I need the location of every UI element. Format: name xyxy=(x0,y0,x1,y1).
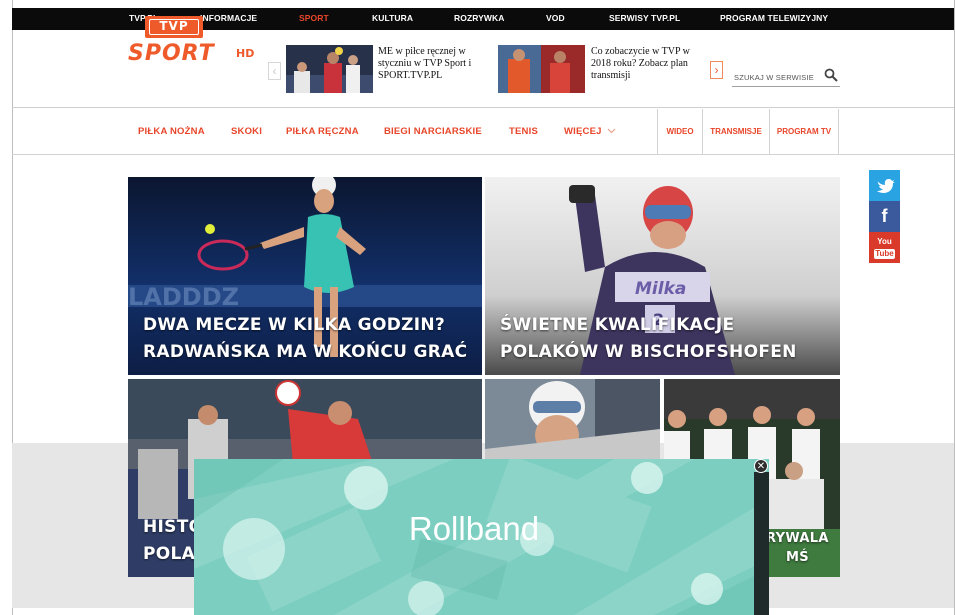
topbar-link-sport[interactable]: SPORT xyxy=(299,13,329,23)
facebook-button[interactable]: f xyxy=(869,201,900,232)
sport-logo-text[interactable]: SPORT xyxy=(128,41,215,66)
headline-line-1: DWA MECZE W KILKA GODZIN? xyxy=(143,315,446,335)
category-tenis[interactable]: TENIS xyxy=(509,126,538,137)
close-icon[interactable]: ✕ xyxy=(754,459,768,473)
article-image-skijumper-small xyxy=(485,379,660,459)
hd-logo-text: HD xyxy=(236,47,255,60)
rollband-advertisement[interactable]: Rollband xyxy=(194,459,769,615)
category-navigation: PIŁKA NOŻNA SKOKI PIŁKA RĘCZNA BIEGI NAR… xyxy=(12,109,954,155)
search-icon[interactable] xyxy=(824,68,838,82)
tvp-logo[interactable]: TVP xyxy=(145,16,203,38)
rollband-label: Rollband xyxy=(408,510,540,547)
promo-thumbnail-handball[interactable] xyxy=(286,45,373,93)
youtube-icon-bottom: Tube xyxy=(874,249,895,259)
promo-thumbnail-2018[interactable] xyxy=(498,45,585,93)
headline-line-2: RADWAŃSKA MA W KOŃCU GRAĆ xyxy=(143,342,468,362)
topbar-link-serwisy[interactable]: SERWISY TVP.PL xyxy=(609,13,680,23)
twitter-button[interactable] xyxy=(869,170,900,201)
topbar-link-rozrywka[interactable]: ROZRYWKA xyxy=(454,13,505,23)
facebook-icon: f xyxy=(881,206,888,226)
youtube-icon-top: You xyxy=(877,237,892,246)
topbar-link-kultura[interactable]: KULTURA xyxy=(372,13,413,23)
article-tile-bischofshofen[interactable]: Milka 2 ŚWIETNE KWALIFIKACJE POLAKÓW W B… xyxy=(485,177,840,375)
headline-line-2: POLAKÓW W BISCHOFSHOFEN xyxy=(500,342,797,362)
twitter-icon xyxy=(877,179,895,193)
category-pilka-nozna[interactable]: PIŁKA NOŻNA xyxy=(138,126,205,137)
promo-next-arrow[interactable]: › xyxy=(710,61,723,79)
headline-line-1: RYWALA xyxy=(766,531,829,546)
promo-prev-arrow[interactable]: ‹ xyxy=(268,62,281,80)
promo-text-handball[interactable]: ME w piłce ręcznej w styczniu w TVP Spor… xyxy=(378,46,496,82)
svg-text:LADDDZ: LADDDZ xyxy=(128,283,239,311)
box-link-program-tv[interactable]: PROGRAM TV xyxy=(769,109,839,155)
svg-text:Milka: Milka xyxy=(635,279,686,299)
headline-line-2: MŚ xyxy=(786,550,809,565)
category-biegi-narciarskie[interactable]: BIEGI NARCIARSKIE xyxy=(384,126,482,137)
topbar-link-vod[interactable]: VOD xyxy=(546,13,565,23)
search-underline xyxy=(732,86,840,87)
article-tile-skijumper-small[interactable] xyxy=(485,379,660,459)
rollband-edge xyxy=(754,472,769,615)
topbar-link-program[interactable]: PROGRAM TELEWIZYJNY xyxy=(720,13,828,23)
tvp-logo-text: TVP xyxy=(149,19,199,35)
headline-line-2: POLA xyxy=(143,544,196,564)
category-wiecej[interactable]: WIĘCEJ xyxy=(564,126,602,137)
article-tile-radwanska[interactable]: LADDDZ DWA MECZE W KILKA GODZIN? RADWAŃS… xyxy=(128,177,482,375)
category-skoki[interactable]: SKOKI xyxy=(231,126,262,137)
chevron-down-icon[interactable] xyxy=(607,128,616,134)
category-pilka-reczna[interactable]: PIŁKA RĘCZNA xyxy=(286,126,359,137)
headline-line-1: ŚWIETNE KWALIFIKACJE xyxy=(500,315,735,335)
youtube-button[interactable]: You Tube xyxy=(869,232,900,263)
promo-text-2018[interactable]: Co zobaczycie w TVP w 2018 roku? Zobacz … xyxy=(591,46,701,82)
search-input[interactable]: SZUKAJ W SERWISIE xyxy=(734,73,814,82)
box-link-wideo[interactable]: WIDEO xyxy=(657,109,702,155)
topbar-link-informacje[interactable]: INFORMACJE xyxy=(200,13,257,23)
box-link-transmisje[interactable]: TRANSMISJE xyxy=(702,109,769,155)
